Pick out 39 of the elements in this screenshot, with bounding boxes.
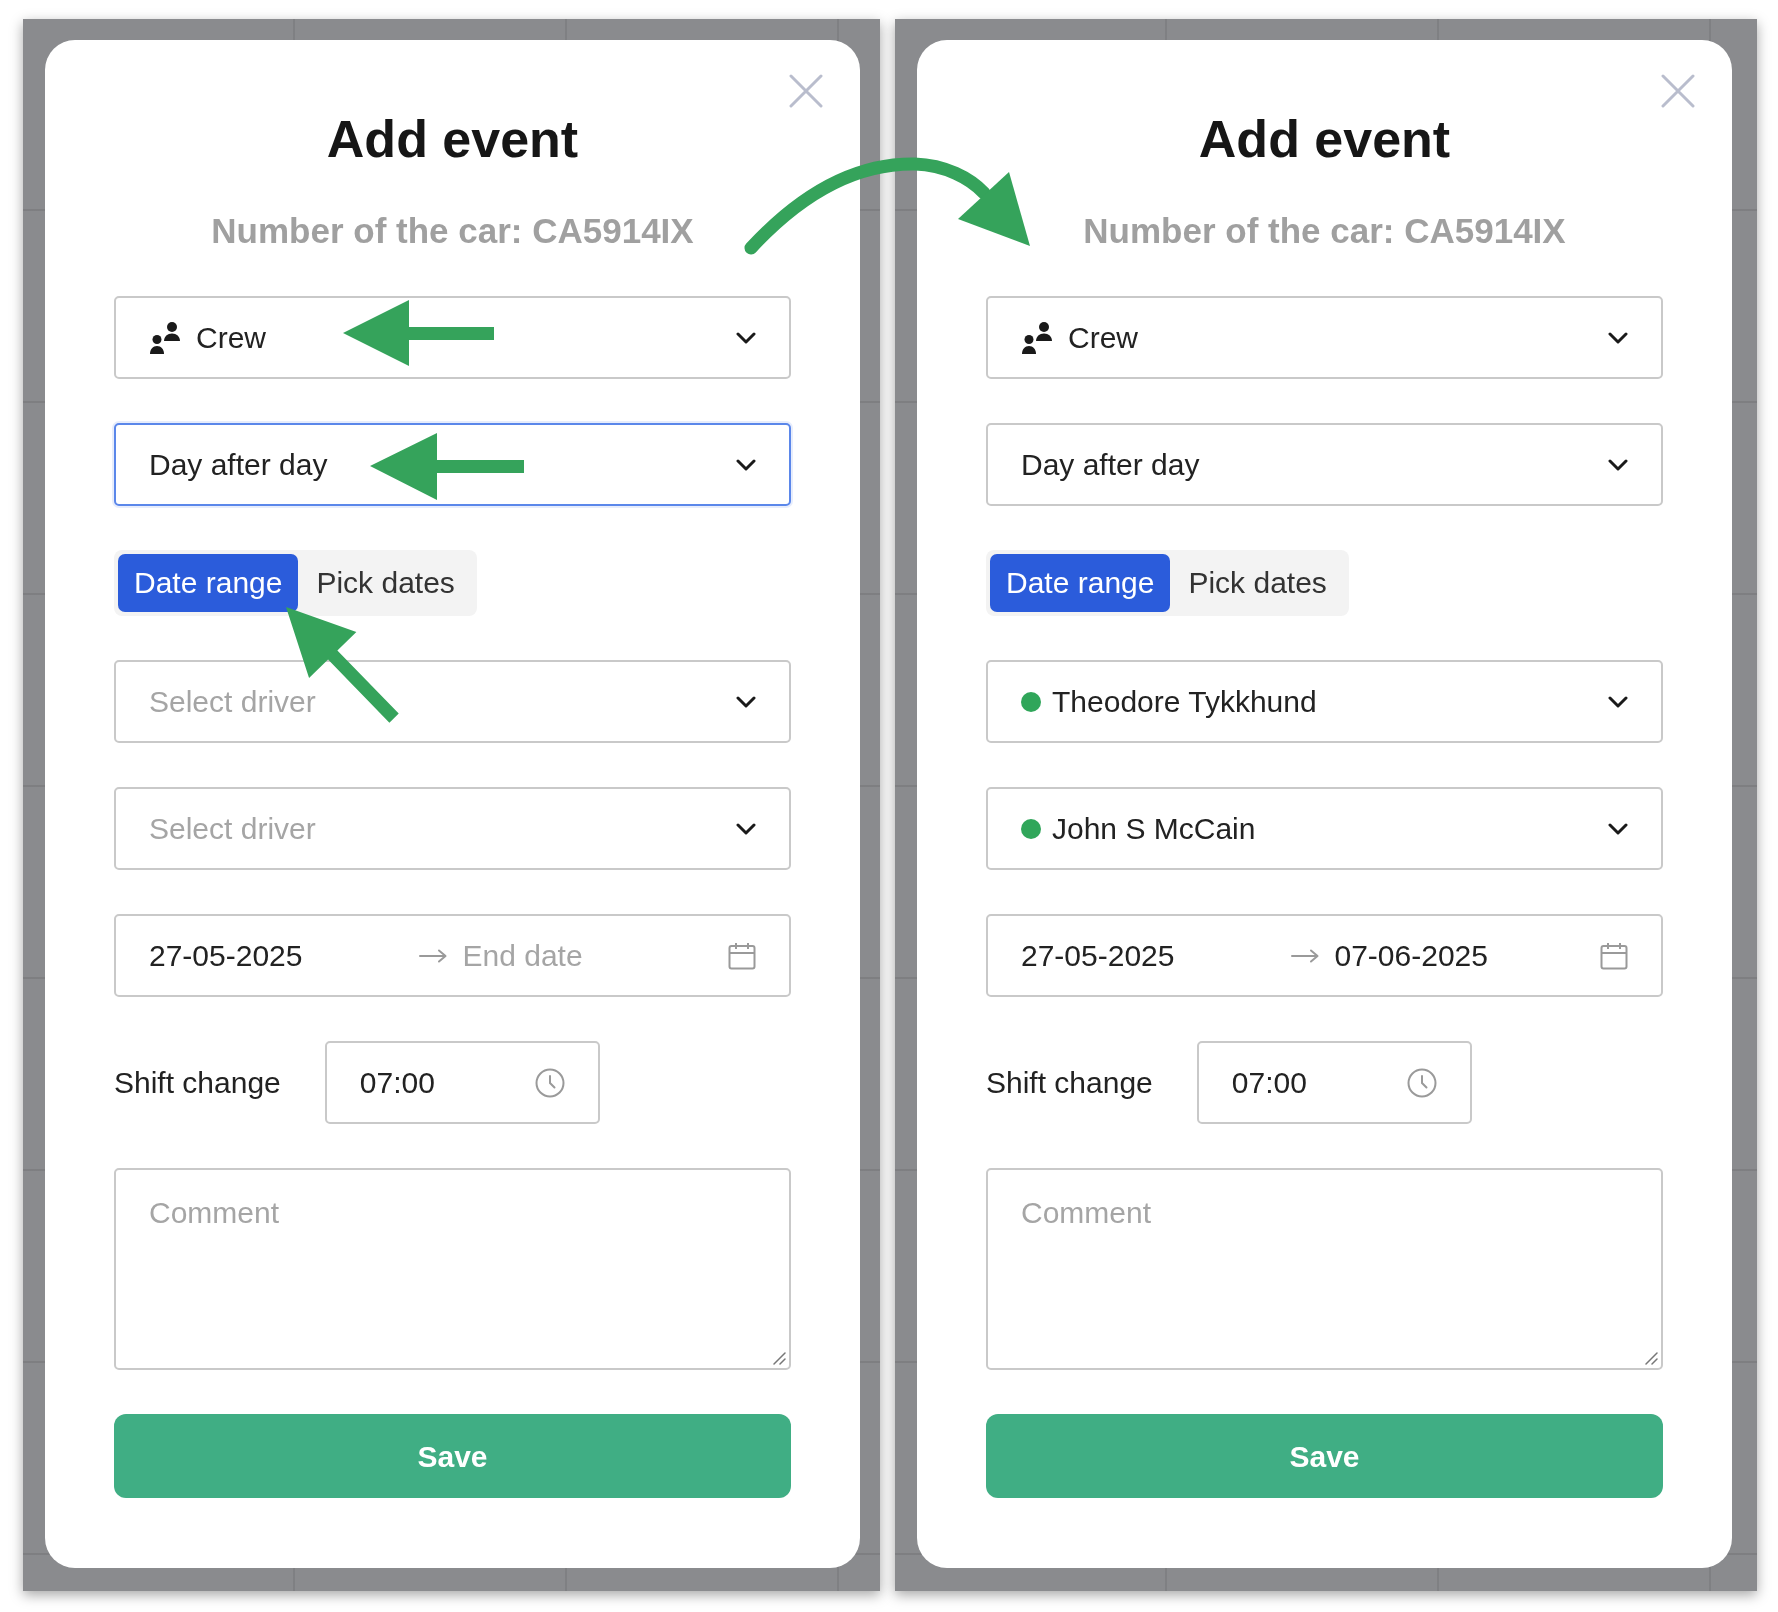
shift-change-label: Shift change — [986, 1065, 1153, 1101]
end-date-input[interactable]: 07-06-2025 — [1334, 933, 1588, 978]
car-number-text: Number of the car: CA5914IX — [210, 210, 695, 252]
repeat-select[interactable]: Day after day — [986, 423, 1663, 506]
event-type-select[interactable]: Crew — [114, 296, 791, 379]
shift-change-label: Shift change — [114, 1065, 281, 1101]
arrow-right-icon — [418, 948, 447, 963]
date-mode-tab[interactable]: Pick dates — [1170, 554, 1345, 612]
modal-title: Add event — [1197, 109, 1452, 170]
people-icon — [149, 321, 181, 354]
resize-handle-icon[interactable] — [1644, 1351, 1658, 1365]
start-date-input[interactable]: 27-05-2025 — [149, 933, 403, 978]
calendar-icon — [1600, 941, 1628, 970]
chevron-down-icon — [736, 695, 756, 708]
modal-title: Add event — [325, 109, 580, 170]
people-icon — [1021, 321, 1053, 354]
chevron-down-icon — [1608, 695, 1628, 708]
chevron-down-icon — [1608, 331, 1628, 344]
repeat-select[interactable]: Day after day — [114, 423, 791, 506]
time-field[interactable]: 07:00 — [324, 1041, 600, 1124]
time-field[interactable]: 07:00 — [1196, 1041, 1472, 1124]
date-mode-tab[interactable]: Pick dates — [298, 554, 473, 612]
date-mode-tab[interactable]: Date range — [118, 554, 299, 612]
driver-select[interactable]: John S McCain — [986, 787, 1663, 870]
calendar-icon — [728, 941, 756, 970]
chevron-down-icon — [736, 331, 756, 344]
event-type-select[interactable]: Crew — [986, 296, 1663, 379]
driver-select[interactable]: Theodore Tykkhund — [986, 660, 1663, 743]
chevron-down-icon — [736, 822, 756, 835]
date-mode-tab[interactable]: Date range — [990, 554, 1171, 612]
resize-handle-icon[interactable] — [772, 1351, 786, 1365]
arrow-right-icon — [1290, 948, 1319, 963]
chevron-down-icon — [1608, 822, 1628, 835]
clock-icon — [534, 1067, 565, 1098]
start-date-input[interactable]: 27-05-2025 — [1021, 933, 1275, 978]
chevron-down-icon — [736, 458, 756, 471]
car-number-text: Number of the car: CA5914IX — [1082, 210, 1567, 252]
clock-icon — [1406, 1067, 1437, 1098]
chevron-down-icon — [1608, 458, 1628, 471]
